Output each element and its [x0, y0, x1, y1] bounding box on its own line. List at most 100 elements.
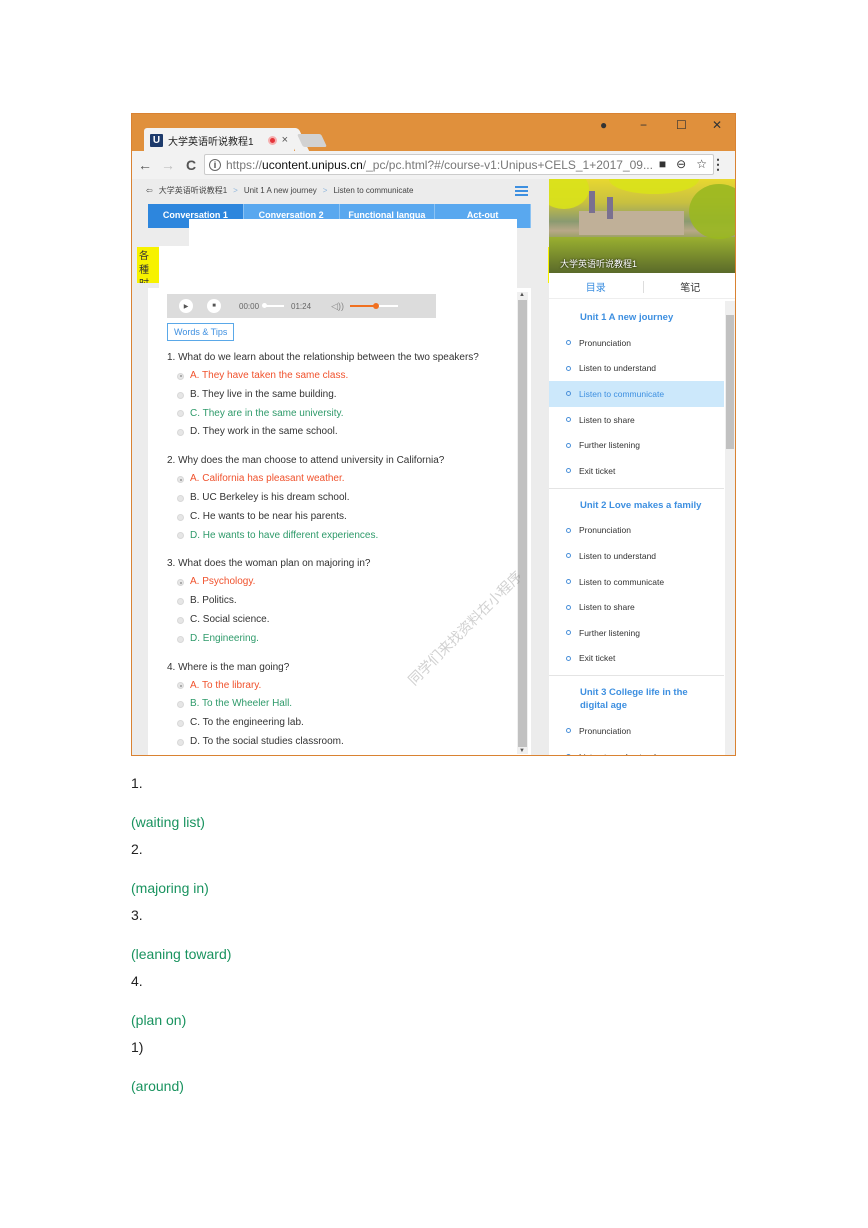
url-domain: ucontent.unipus.cn — [262, 157, 363, 172]
answer-option[interactable]: C. He wants to be near his parents. — [167, 508, 507, 527]
toc-item-label: Pronunciation — [579, 725, 631, 736]
sidebar-scrollbar[interactable] — [725, 301, 735, 755]
answer-option[interactable]: B. UC Berkeley is his dream school. — [167, 489, 507, 508]
radio-button[interactable] — [177, 635, 184, 643]
scroll-up-icon[interactable]: ▲ — [519, 292, 525, 298]
answer-number: 1. — [131, 775, 143, 791]
circle-bullet-icon — [566, 553, 571, 559]
toc-item[interactable]: Listen to understand — [549, 356, 724, 382]
account-icon[interactable]: ● — [600, 118, 607, 132]
volume-icon[interactable]: ◁)) — [331, 301, 344, 312]
play-icon[interactable]: ▶ — [179, 299, 193, 313]
radio-button[interactable] — [177, 682, 184, 690]
answer-option[interactable]: A. Psychology. — [167, 573, 507, 592]
tab-notes[interactable]: 笔记 — [644, 279, 736, 294]
radio-button[interactable] — [177, 598, 184, 606]
content-scrollbar[interactable]: ▲ ▼ — [517, 292, 528, 754]
scrollbar-thumb[interactable] — [518, 300, 527, 747]
answer-option[interactable]: D. Engineering. — [167, 630, 507, 649]
scroll-down-icon[interactable]: ▼ — [519, 748, 525, 754]
tab-catalog[interactable]: 目录 — [549, 279, 643, 294]
minimize-icon[interactable]: − — [640, 118, 647, 132]
exercise-panel: ▶ ■ 00:00 01:24 ◁)) Words & Tips 1. What… — [148, 288, 531, 755]
toc-item[interactable]: Pronunciation — [549, 330, 724, 356]
radio-button[interactable] — [177, 616, 184, 624]
radio-button[interactable] — [177, 532, 184, 540]
radio-button[interactable] — [177, 429, 184, 437]
unit-title[interactable]: Unit 3 College life in the digital age — [549, 676, 724, 718]
question-text: 1. What do we learn about the relationsh… — [167, 352, 479, 363]
breadcrumb-separator-icon: > — [322, 186, 328, 195]
maximize-icon[interactable]: ☐ — [676, 118, 687, 132]
zoom-icon[interactable]: ⊖ — [676, 157, 686, 171]
toc-item-label: Pronunciation — [579, 525, 631, 536]
breadcrumb-item[interactable]: 大学英语听说教程1 — [159, 185, 227, 196]
radio-button[interactable] — [177, 720, 184, 728]
radio-button[interactable] — [177, 476, 184, 484]
toc-item[interactable]: Pronunciation — [549, 518, 724, 544]
title-bar: U 大学英语听说教程1 × ● − ☐ ✕ — [132, 114, 735, 152]
new-tab-button[interactable] — [296, 134, 328, 147]
address-bar[interactable]: i https://ucontent.unipus.cn/_pc/pc.html… — [204, 154, 714, 175]
breadcrumb-back-icon[interactable]: ⇦ — [146, 186, 153, 195]
unit-title[interactable]: Unit 1 A new journey — [549, 301, 724, 330]
radio-button[interactable] — [177, 494, 184, 502]
answer-option[interactable]: A. California has pleasant weather. — [167, 470, 507, 489]
bookmark-star-icon[interactable]: ☆ — [696, 157, 707, 171]
info-icon[interactable]: i — [209, 158, 221, 171]
toc-item[interactable]: Listen to share — [549, 594, 724, 620]
close-window-icon[interactable]: ✕ — [712, 118, 722, 132]
browser-tab[interactable]: U 大学英语听说教程1 × — [144, 128, 294, 152]
tab-close-icon[interactable]: × — [282, 134, 288, 146]
radio-button[interactable] — [177, 513, 184, 521]
unit-title[interactable]: Unit 2 Love makes a family — [549, 489, 724, 518]
answer-option[interactable]: B. They live in the same building. — [167, 386, 507, 405]
radio-button[interactable] — [177, 738, 184, 746]
volume-knob[interactable] — [373, 303, 380, 309]
toc-item[interactable]: Exit ticket — [549, 646, 724, 672]
radio-button[interactable] — [177, 372, 184, 380]
answer-option[interactable]: B. To the Wheeler Hall. — [167, 695, 507, 714]
toc-item-label: Listen to understand — [579, 550, 657, 561]
reload-icon[interactable]: C — [181, 157, 201, 173]
toc-item[interactable]: Listen to communicate — [549, 569, 724, 595]
hamburger-menu-icon[interactable] — [515, 186, 528, 198]
words-tips-button[interactable]: Words & Tips — [167, 323, 235, 341]
question-text: 4. Where is the man going? — [167, 661, 290, 673]
option-label: D. He wants to have different experience… — [190, 529, 379, 541]
forward-icon[interactable]: → — [158, 157, 178, 173]
toc-item-label: Listen to share — [579, 602, 635, 613]
toc-item[interactable]: Further listening — [549, 620, 724, 646]
answer-option[interactable]: A. They have taken the same class. — [167, 367, 507, 386]
breadcrumb-item[interactable]: Unit 1 A new journey — [244, 186, 317, 195]
toc-item[interactable]: Listen to communicate — [549, 381, 724, 407]
sidebar-scrollbar-thumb[interactable] — [726, 315, 734, 449]
question-text: 3. What does the woman plan on majoring … — [167, 558, 371, 570]
toc-item[interactable]: Listen to share — [549, 407, 724, 433]
toc-item[interactable]: Further listening — [549, 432, 724, 458]
volume-slider[interactable] — [349, 303, 398, 309]
toc-item[interactable]: Listen to understand — [549, 543, 724, 569]
answer-option[interactable]: B. Politics. — [167, 592, 507, 611]
answer-option[interactable]: D. To the social studies classroom. — [167, 733, 507, 752]
back-icon[interactable]: ← — [135, 157, 155, 173]
radio-button[interactable] — [177, 579, 184, 587]
camera-icon[interactable]: ■ — [659, 157, 666, 171]
toc-item[interactable]: Listen to understand — [549, 744, 724, 755]
answer-option[interactable]: C. To the engineering lab. — [167, 714, 507, 733]
radio-button[interactable] — [177, 701, 184, 709]
unit-block: Unit 1 A new journey Pronunciation Listen … — [549, 301, 724, 489]
browser-menu-icon[interactable]: ⋮ — [711, 156, 725, 173]
radio-button[interactable] — [177, 410, 184, 418]
stop-icon[interactable]: ■ — [207, 299, 221, 313]
circle-bullet-icon — [566, 468, 571, 474]
radio-button[interactable] — [177, 391, 184, 399]
answer-option[interactable]: D. He wants to have different experience… — [167, 527, 507, 546]
answer-option[interactable]: A. To the library. — [167, 677, 507, 696]
answer-option[interactable]: D. They work in the same school. — [167, 423, 507, 442]
answer-option[interactable]: C. They are in the same university. — [167, 405, 507, 424]
answer-option[interactable]: C. Social science. — [167, 611, 507, 630]
toc-item[interactable]: Pronunciation — [549, 718, 724, 744]
progress-slider[interactable] — [262, 303, 285, 308]
toc-item[interactable]: Exit ticket — [549, 458, 724, 484]
